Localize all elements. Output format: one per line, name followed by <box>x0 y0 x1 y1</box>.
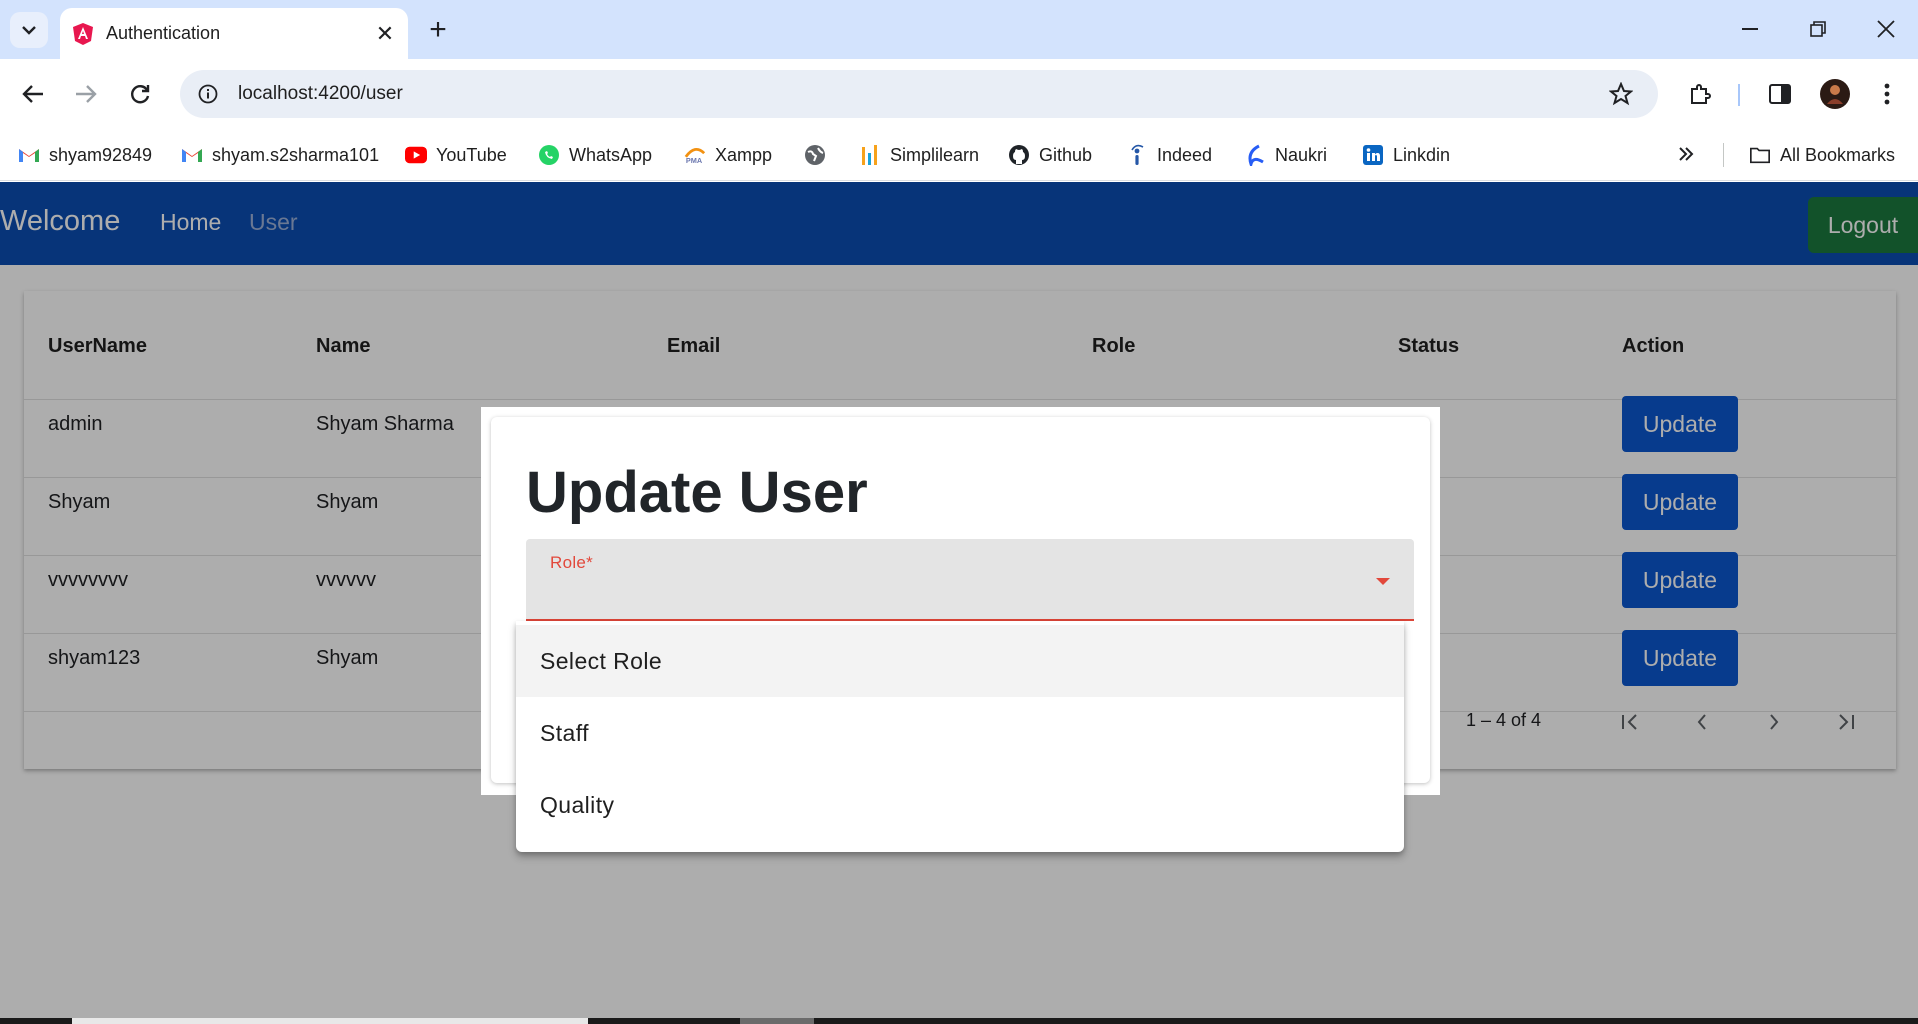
restore-icon <box>1810 21 1826 37</box>
gmail-icon <box>18 144 40 166</box>
bookmark-linkedin[interactable]: Linkdin <box>1362 141 1450 169</box>
role-select[interactable]: Role* <box>526 539 1414 621</box>
reload-button[interactable] <box>121 75 159 113</box>
more-bookmarks-button[interactable] <box>1678 141 1694 169</box>
toolbar-divider <box>1738 84 1740 106</box>
bookmark-globe[interactable] <box>804 141 835 169</box>
option-select-role[interactable]: Select Role <box>516 625 1404 697</box>
bookmark-shyam-s2sharma101[interactable]: shyam.s2sharma101 <box>181 141 379 169</box>
bookmark-naukri[interactable]: Naukri <box>1244 141 1327 169</box>
address-bar[interactable]: localhost:4200/user <box>180 70 1658 118</box>
close-icon <box>1877 20 1895 38</box>
extensions-button[interactable] <box>1681 75 1719 113</box>
star-icon[interactable] <box>1606 79 1636 109</box>
avatar-icon <box>1820 79 1850 109</box>
bookmark-indeed[interactable]: Indeed <box>1126 141 1212 169</box>
close-icon[interactable]: ✕ <box>370 19 400 49</box>
arrow-right-icon <box>76 85 97 103</box>
profile-avatar[interactable] <box>1816 75 1854 113</box>
bookmark-simplilearn[interactable]: Simplilearn <box>859 141 979 169</box>
github-icon <box>1008 144 1030 166</box>
all-bookmarks-button[interactable]: All Bookmarks <box>1749 141 1895 169</box>
whatsapp-icon <box>538 144 560 166</box>
youtube-icon <box>405 144 427 166</box>
role-label: Role* <box>550 553 594 572</box>
more-vertical-icon <box>1884 83 1890 105</box>
puzzle-icon <box>1691 84 1711 104</box>
active-tab[interactable]: Authentication ✕ <box>60 8 408 59</box>
gmail-icon <box>181 144 203 166</box>
indeed-icon <box>1126 144 1148 166</box>
reload-icon <box>131 85 150 104</box>
tab-strip: Authentication ✕ + <box>0 0 1918 59</box>
browser-menu-button[interactable] <box>1868 75 1906 113</box>
phpmyadmin-icon: PMA <box>684 144 706 166</box>
option-quality[interactable]: Quality <box>516 769 1404 841</box>
svg-text:PMA: PMA <box>686 156 703 165</box>
browser-toolbar: localhost:4200/user <box>0 59 1918 129</box>
url-text[interactable]: localhost:4200/user <box>238 83 1606 105</box>
dialog-title: Update User <box>526 460 868 525</box>
bookmark-youtube[interactable]: YouTube <box>405 141 507 169</box>
new-tab-button[interactable]: + <box>422 13 454 46</box>
restore-button[interactable] <box>1788 8 1848 50</box>
taskbar-strip <box>0 1018 1918 1024</box>
arrow-left-icon <box>22 85 43 103</box>
dropdown-arrow-icon[interactable] <box>1376 578 1390 585</box>
chevron-down-icon <box>22 26 36 35</box>
side-panel-button[interactable] <box>1761 75 1799 113</box>
globe-icon <box>804 144 826 166</box>
option-staff[interactable]: Staff <box>516 697 1404 769</box>
bookmark-whatsapp[interactable]: WhatsApp <box>538 141 652 169</box>
site-info-icon[interactable] <box>195 81 221 107</box>
double-chevron-right-icon <box>1678 145 1694 166</box>
naukri-icon <box>1244 144 1266 166</box>
bookmark-shyam92849[interactable]: shyam92849 <box>18 141 152 169</box>
tab-title: Authentication <box>106 23 221 43</box>
taskbar-segment <box>72 1018 588 1024</box>
window-close-button[interactable] <box>1856 8 1916 50</box>
minimize-icon <box>1742 28 1758 30</box>
bookmark-github[interactable]: Github <box>1008 141 1092 169</box>
role-options-panel: Select Role Staff Quality <box>516 621 1404 852</box>
bookmarks-bar: shyam92849 shyam.s2sharma101 YouTube Wha… <box>0 129 1918 181</box>
folder-icon <box>1749 144 1771 166</box>
back-button[interactable] <box>14 75 52 113</box>
taskbar-segment <box>740 1018 814 1024</box>
minimize-button[interactable] <box>1720 8 1780 50</box>
angular-icon <box>73 22 93 45</box>
side-panel-icon <box>1769 84 1791 104</box>
bookmark-xampp[interactable]: PMA Xampp <box>684 141 772 169</box>
simplilearn-icon <box>859 144 881 166</box>
tab-search-button[interactable] <box>10 12 48 48</box>
forward-button[interactable] <box>67 75 105 113</box>
linkedin-icon <box>1362 144 1384 166</box>
bookmarks-divider <box>1723 143 1724 167</box>
